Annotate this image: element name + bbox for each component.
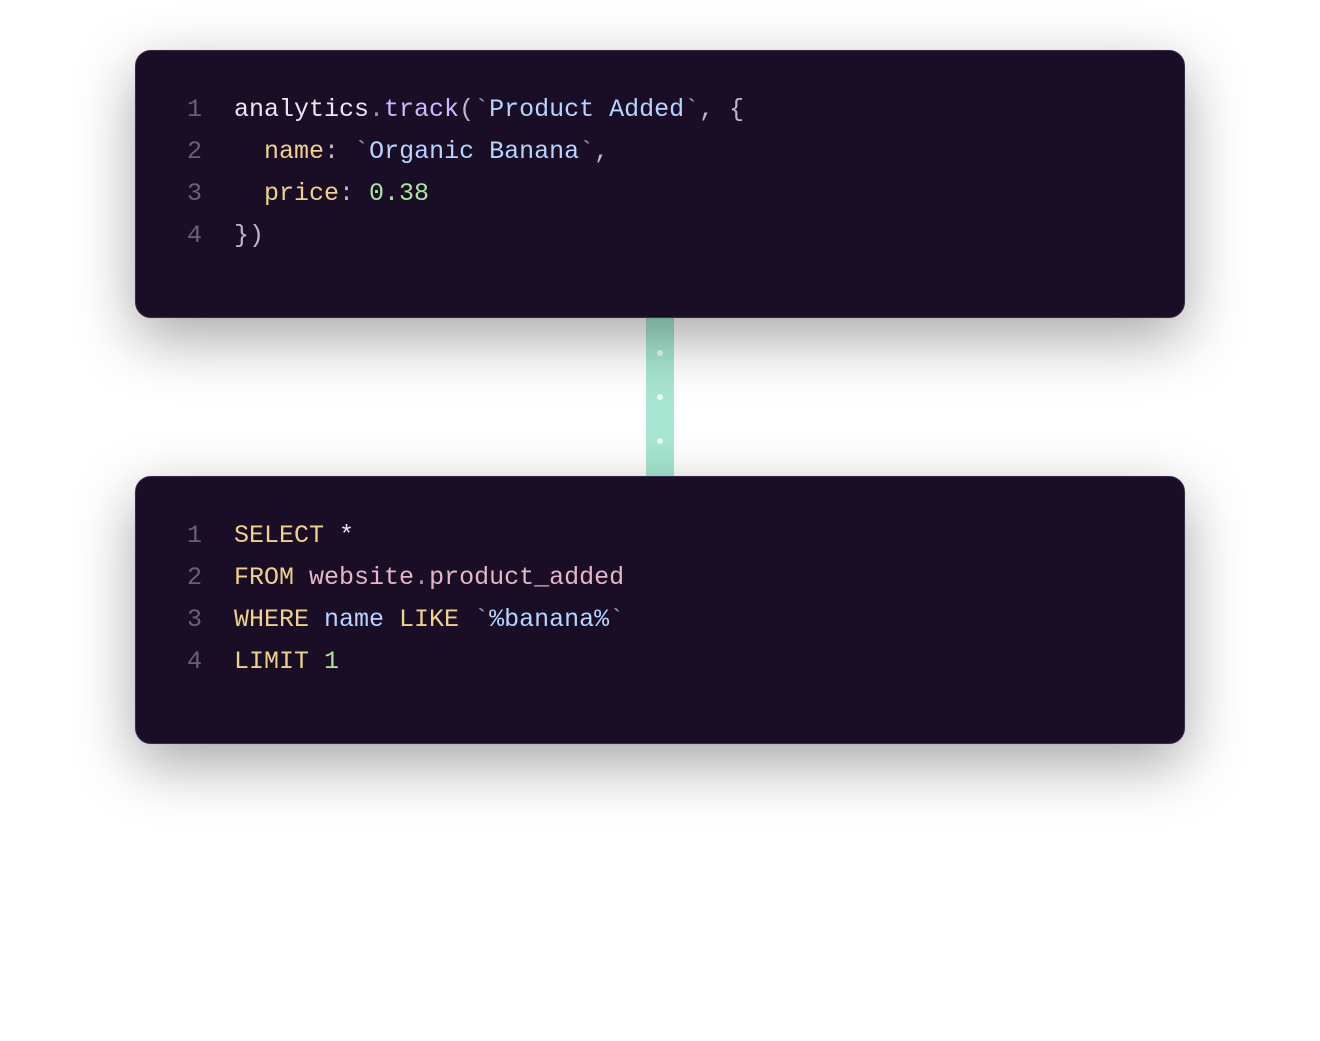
code-line: 2 name: `Organic Banana`, (172, 131, 1148, 173)
code-content: price: 0.38 (234, 173, 429, 215)
line-number: 4 (172, 215, 234, 257)
code-content: FROM website.product_added (234, 557, 624, 599)
code-content: LIMIT 1 (234, 641, 339, 683)
code-content: SELECT * (234, 515, 354, 557)
line-number: 2 (172, 557, 234, 599)
code-content: analytics.track(`Product Added`, { (234, 89, 744, 131)
code-content: }) (234, 215, 264, 257)
code-line: 3 price: 0.38 (172, 173, 1148, 215)
code-line: 3 WHERE name LIKE `%banana%` (172, 599, 1148, 641)
code-line: 1 analytics.track(`Product Added`, { (172, 89, 1148, 131)
line-number: 3 (172, 173, 234, 215)
code-block-js: 1 analytics.track(`Product Added`, { 2 n… (135, 50, 1185, 318)
line-number: 1 (172, 89, 234, 131)
connector-bar (646, 312, 674, 482)
line-number: 2 (172, 131, 234, 173)
line-number: 1 (172, 515, 234, 557)
code-block-sql: 1 SELECT * 2 FROM website.product_added … (135, 476, 1185, 744)
code-content: WHERE name LIKE `%banana%` (234, 599, 624, 641)
line-number: 3 (172, 599, 234, 641)
connector-dot (657, 438, 663, 444)
code-line: 1 SELECT * (172, 515, 1148, 557)
line-number: 4 (172, 641, 234, 683)
connector-dot (657, 394, 663, 400)
code-line: 2 FROM website.product_added (172, 557, 1148, 599)
code-line: 4 LIMIT 1 (172, 641, 1148, 683)
code-line: 4 }) (172, 215, 1148, 257)
code-content: name: `Organic Banana`, (234, 131, 609, 173)
connector-dot (657, 350, 663, 356)
